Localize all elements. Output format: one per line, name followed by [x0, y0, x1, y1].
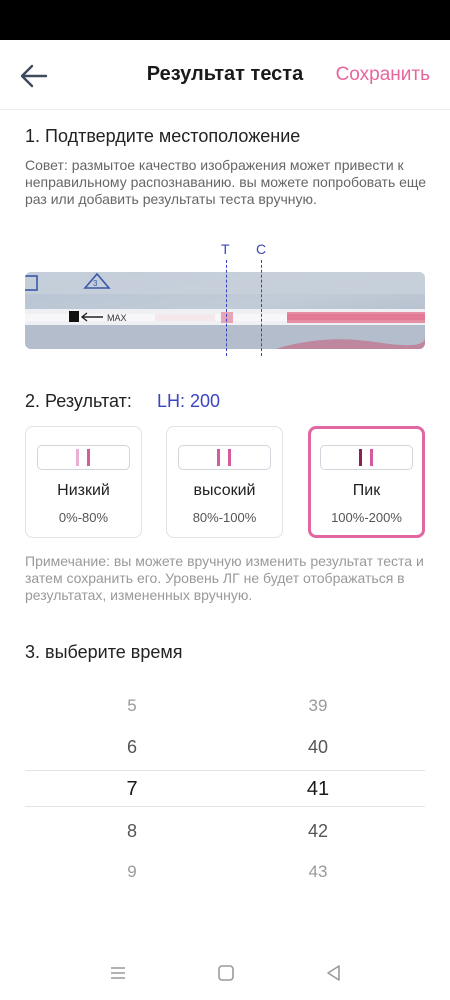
c-band — [87, 449, 90, 466]
back-triangle-icon — [327, 965, 340, 981]
strip-max-label: MAX — [107, 313, 127, 323]
strip-icon — [320, 445, 413, 470]
home-icon — [218, 965, 234, 981]
t-band — [217, 449, 220, 466]
hour-option[interactable]: 5 — [102, 696, 162, 716]
t-band — [76, 449, 79, 466]
save-button[interactable]: Сохранить — [336, 64, 430, 86]
result-card-name: Низкий — [57, 482, 110, 499]
status-bar — [0, 0, 450, 40]
picker-bottom-divider — [25, 806, 425, 807]
home-nav-button[interactable] — [214, 962, 238, 984]
minute-option[interactable]: 40 — [288, 737, 348, 758]
result-card-high[interactable]: высокий 80%-100% — [166, 426, 283, 538]
result-card-name: высокий — [193, 482, 256, 499]
result-card-range: 80%-100% — [192, 510, 257, 525]
picker-top-divider — [25, 770, 425, 771]
t-line-label: T — [221, 241, 230, 257]
svg-text:3: 3 — [93, 279, 98, 288]
test-strip-photo: 3 MAX — [25, 272, 425, 349]
note-text: Примечание: вы можете вручную изменить р… — [25, 553, 424, 603]
result-card-name: Пик — [352, 482, 381, 499]
minute-selected[interactable]: 41 — [288, 778, 348, 801]
tip-text: Совет: размытое качество изображения мож… — [25, 157, 427, 207]
c-band — [370, 449, 373, 466]
hour-option[interactable]: 9 — [102, 862, 162, 882]
hour-option[interactable]: 8 — [102, 821, 162, 842]
c-line-label: C — [256, 241, 267, 257]
menu-nav-button[interactable] — [106, 962, 130, 984]
system-nav-bar — [0, 950, 450, 1000]
minute-option[interactable]: 39 — [288, 696, 348, 716]
hour-option[interactable]: 6 — [102, 737, 162, 758]
result-card-low[interactable]: Низкий 0%-80% — [25, 426, 142, 538]
section-result-title: 2. Результат: — [25, 391, 132, 411]
minute-option[interactable]: 43 — [288, 862, 348, 882]
section-location-title: 1. Подтвердите местоположение — [25, 126, 301, 146]
c-band — [228, 449, 231, 466]
c-line-marker — [261, 260, 262, 356]
t-band — [359, 449, 362, 466]
minute-option[interactable]: 42 — [288, 821, 348, 842]
strip-icon — [178, 445, 271, 470]
menu-icon — [111, 967, 125, 979]
hour-selected[interactable]: 7 — [102, 778, 162, 801]
result-card-range: 0%-80% — [58, 510, 109, 525]
back-nav-button[interactable] — [322, 962, 346, 984]
t-line-marker — [226, 260, 227, 356]
result-card-range: 100%-200% — [331, 510, 402, 525]
section-time-title: 3. выберите время — [25, 642, 183, 662]
lh-value: LH: 200 — [157, 391, 221, 411]
header: Результат теста Сохранить — [0, 40, 450, 110]
strip-icon — [37, 445, 130, 470]
result-card-peak[interactable]: Пик 100%-200% — [308, 426, 425, 538]
